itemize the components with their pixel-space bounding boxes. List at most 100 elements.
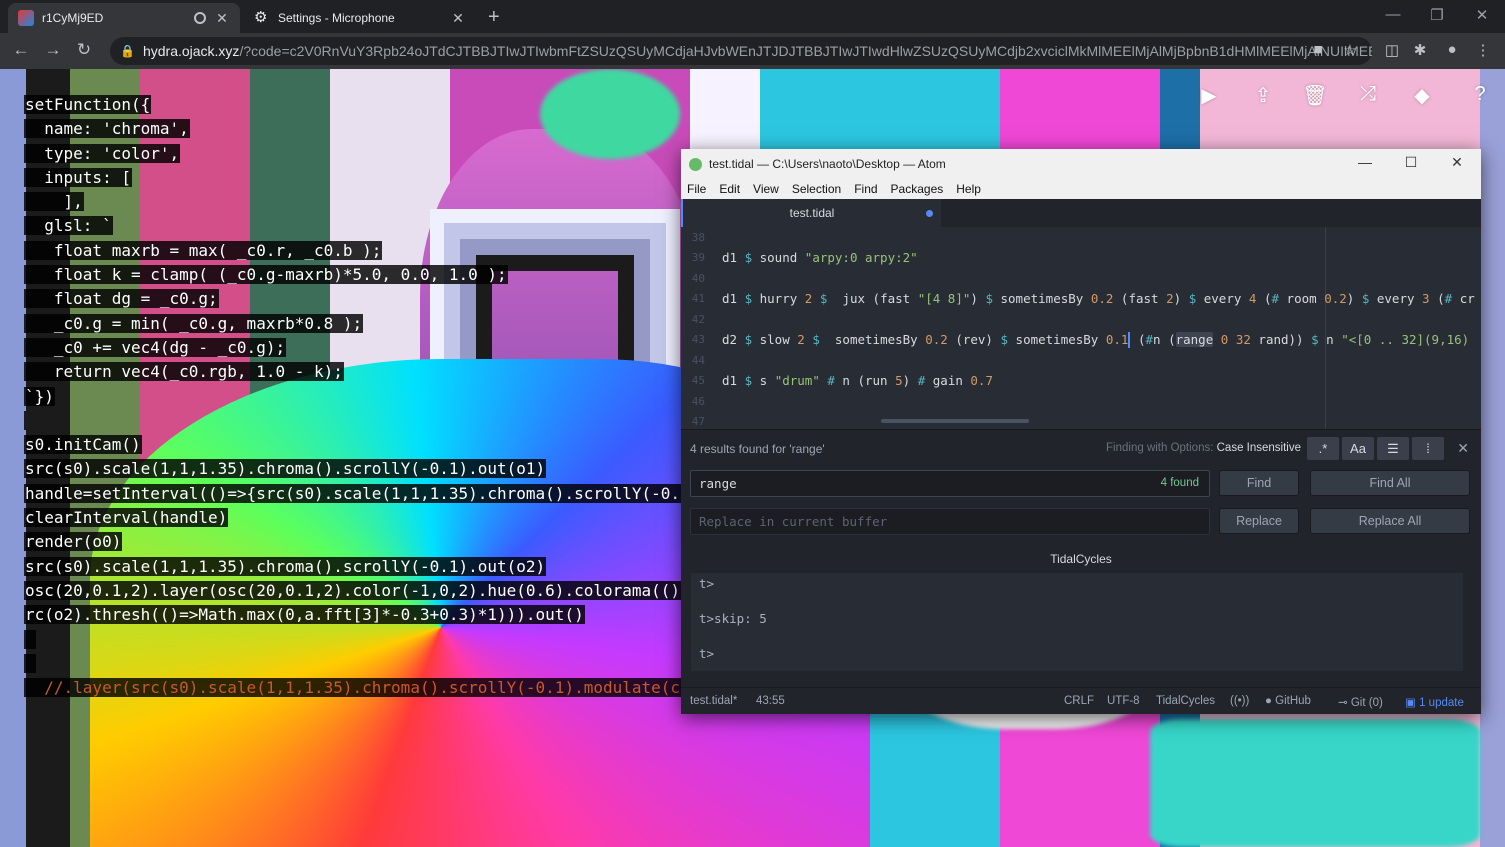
find-button[interactable]: Find: [1219, 470, 1299, 496]
code-line: s0.initCam(): [24, 435, 142, 455]
code-line: inputs: [: [24, 167, 132, 187]
hydra-code-editor[interactable]: setFunction({ name: 'chroma', type: 'col…: [24, 93, 682, 700]
visual-blob: [1150, 719, 1480, 847]
find-all-button[interactable]: Find All: [1310, 470, 1470, 496]
code-line: _c0.g = min( _c0.g, maxrb*0.8 );: [24, 313, 364, 333]
gift-icon: ▣: [1405, 697, 1416, 709]
code-line: ],: [24, 192, 84, 212]
code-line: rc(o2).thresh(()=>Math.max(0,a.fft[3]*-0…: [24, 605, 585, 625]
help-icon[interactable]: ?: [1466, 83, 1494, 106]
editor-line: 41 d1 $ hurry 2 $ jux (fast "[4 8]") $ so…: [691, 291, 1475, 307]
case-sensitive-toggle[interactable]: Aa: [1342, 437, 1374, 460]
new-tab-button[interactable]: +: [488, 6, 500, 29]
address-bar[interactable]: 🔒 hydra.ojack.xyz /?code=c2V0RnVuY3Rpb24…: [110, 37, 1372, 65]
menu-selection[interactable]: Selection: [792, 182, 841, 196]
editor-line: 39 d1 $ sound "arpy:0 arpy:2": [691, 250, 918, 266]
restore-icon[interactable]: ❐: [1422, 6, 1452, 24]
whole-word-toggle-icon[interactable]: ⁞: [1412, 437, 1444, 460]
menu-edit[interactable]: Edit: [719, 182, 740, 196]
close-tab-icon[interactable]: ✕: [450, 10, 466, 27]
atom-titlebar: test.tidal — C:\Users\naoto\Desktop — At…: [681, 149, 1481, 179]
replace-all-button[interactable]: Replace All: [1310, 508, 1470, 534]
status-grammar[interactable]: TidalCycles: [1156, 695, 1215, 707]
run-icon[interactable]: ▶: [1195, 83, 1223, 108]
github-status[interactable]: ● GitHub: [1265, 695, 1311, 707]
code-line: [24, 628, 681, 652]
update-status[interactable]: ▣ 1 update: [1405, 695, 1464, 709]
editor-line: 43 d2 $ slow 2 $ sometimesBy 0.2 (rev) $ …: [691, 331, 1470, 348]
replace-button[interactable]: Replace: [1219, 508, 1299, 534]
forward-icon[interactable]: →: [41, 40, 65, 60]
editor-line: 44: [691, 353, 705, 367]
atom-window-title: test.tidal — C:\Users\naoto\Desktop — At…: [709, 157, 946, 171]
regex-toggle-icon[interactable]: .*: [1307, 437, 1339, 460]
menu-kebab-icon[interactable]: ⋮: [1472, 41, 1494, 59]
replace-input[interactable]: [699, 514, 1209, 529]
close-find-icon[interactable]: ✕: [1457, 440, 1469, 457]
url-path: /?code=c2V0RnVuY3Rpb24oJTdCJTBBJTIwJTIwb…: [239, 43, 1372, 59]
editor-line: 47: [691, 415, 705, 429]
menu-view[interactable]: View: [753, 182, 779, 196]
status-line-ending[interactable]: CRLF: [1064, 695, 1094, 707]
back-icon[interactable]: ←: [9, 40, 33, 60]
find-input[interactable]: [699, 476, 1209, 491]
broadcast-icon[interactable]: ((•)): [1230, 695, 1249, 707]
browser-tab-strip: r1CyMj9ED ✕ ⚙ Settings - Microphone ✕ + …: [0, 0, 1505, 33]
find-results-summary: 4 results found for 'range': [690, 442, 825, 456]
make-random-icon[interactable]: ◆: [1408, 83, 1436, 108]
atom-window: test.tidal — C:\Users\naoto\Desktop — At…: [681, 149, 1481, 714]
menu-help[interactable]: Help: [956, 182, 981, 196]
find-options-description: Finding with Options: Case Insensitive: [1106, 442, 1301, 454]
git-status[interactable]: ⊸ Git (0): [1338, 695, 1383, 709]
horizontal-scrollbar[interactable]: [881, 419, 1029, 423]
editor-line: 45 d1 $ s "drum" # n (run 5) # gain 0.7: [691, 373, 993, 389]
find-replace-panel: 4 results found for 'range' Finding with…: [681, 429, 1481, 549]
upload-icon[interactable]: ⇪: [1249, 83, 1277, 108]
close-window-icon[interactable]: ✕: [1467, 6, 1497, 24]
maximize-icon[interactable]: ☐: [1396, 154, 1426, 171]
code-line: handle=setInterval(()=>{src(s0).scale(1,…: [24, 483, 682, 503]
reload-icon[interactable]: ↻: [72, 40, 96, 60]
status-file-name[interactable]: test.tidal*: [690, 695, 737, 707]
status-encoding[interactable]: UTF-8: [1107, 695, 1140, 707]
code-line: `}): [24, 386, 55, 406]
lock-icon: 🔒: [120, 44, 135, 58]
code-line-comment: //.layer(src(s0).scale(1,1,1.35).chroma(…: [24, 678, 682, 698]
minimize-icon[interactable]: —: [1378, 6, 1408, 23]
url-host: hydra.ojack.xyz: [142, 43, 240, 59]
bookmark-star-icon[interactable]: ☆: [1339, 41, 1361, 59]
shuffle-icon[interactable]: ⤮: [1354, 83, 1382, 106]
git-commit-icon: ⊸: [1338, 697, 1348, 709]
extensions-puzzle-icon[interactable]: ✱: [1409, 41, 1431, 59]
console-line: t>: [699, 646, 715, 661]
code-line: type: 'color',: [24, 143, 181, 163]
tab-test-tidal[interactable]: test.tidal: [681, 199, 941, 227]
profile-icon[interactable]: ●: [1441, 41, 1463, 58]
code-line: _c0 += vec4(dg - _c0.g);: [24, 337, 287, 357]
code-editor[interactable]: 38 39 d1 $ sound "arpy:0 arpy:2" 40 41 d1 …: [681, 227, 1481, 429]
code-line: src(s0).scale(1,1,1.35).chroma().scrollY…: [24, 459, 547, 479]
tidal-console[interactable]: t> t>skip: 5 t>: [691, 573, 1463, 671]
minimize-icon[interactable]: —: [1350, 154, 1380, 170]
menu-file[interactable]: File: [687, 182, 706, 196]
status-bar: test.tidal* 43:55 CRLF UTF-8 TidalCycles…: [681, 687, 1481, 714]
menu-packages[interactable]: Packages: [891, 182, 944, 196]
trash-icon[interactable]: 🗑: [1301, 83, 1329, 108]
code-line: float k = clamp( (_c0.g-maxrb)*5.0, 0.0,…: [24, 265, 508, 285]
close-tab-icon[interactable]: ✕: [214, 10, 230, 27]
menu-find[interactable]: Find: [854, 182, 877, 196]
tab-settings-microphone[interactable]: ⚙ Settings - Microphone ✕: [244, 3, 476, 33]
extension-badge-icon[interactable]: ◫: [1381, 41, 1403, 59]
status-cursor-position[interactable]: 43:55: [756, 695, 785, 707]
editor-line: 38: [691, 230, 705, 244]
tab-title: Settings - Microphone: [278, 11, 395, 25]
code-line: setFunction({: [24, 95, 152, 114]
camera-icon[interactable]: ■: [1307, 41, 1329, 58]
in-selection-toggle-icon[interactable]: ☰: [1377, 437, 1409, 460]
code-line: float dg = _c0.g;: [24, 289, 219, 309]
tab-hydra[interactable]: r1CyMj9ED ✕: [8, 3, 240, 33]
close-window-icon[interactable]: ✕: [1442, 154, 1472, 171]
code-line: return vec4(_c0.rgb, 1.0 - k);: [24, 362, 344, 382]
code-line: src(s0).scale(1,1,1.35).chroma().scrollY…: [24, 556, 547, 576]
replace-field-container: [690, 508, 1210, 535]
